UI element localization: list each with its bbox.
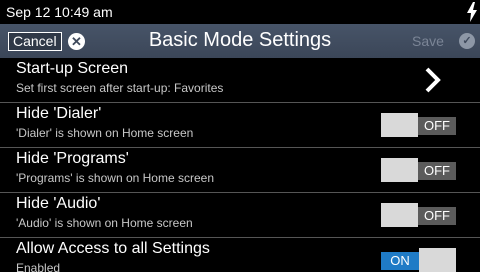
toggle-thumb [381,158,418,182]
status-bar: Sep 12 10:49 am [0,0,480,24]
setting-title: Hide 'Dialer' [16,105,102,122]
setting-hide-programs[interactable]: Hide 'Programs' 'Programs' is shown on H… [0,148,480,193]
setting-startup-screen[interactable]: Start-up Screen Set first screen after s… [0,58,480,103]
setting-hide-dialer[interactable]: Hide 'Dialer' 'Dialer' is shown on Home … [0,103,480,148]
setting-title: Allow Access to all Settings [16,240,210,257]
setting-subtitle: Enabled [16,261,61,272]
charging-icon [467,2,477,22]
hide-programs-toggle[interactable]: OFF [381,158,456,182]
save-button[interactable]: Save [412,33,444,49]
chevron-right-icon[interactable] [424,66,442,94]
hide-audio-toggle[interactable]: OFF [381,203,456,227]
toggle-thumb [381,203,418,227]
toggle-thumb [381,113,418,137]
allow-access-toggle[interactable]: ON [381,248,456,272]
status-time: Sep 12 10:49 am [6,4,113,20]
setting-subtitle: 'Audio' is shown on Home screen [16,216,193,230]
header-bar: Cancel ✕ Basic Mode Settings Save ✓ [0,24,480,58]
check-icon[interactable]: ✓ [459,33,475,49]
setting-title: Hide 'Programs' [16,150,129,167]
setting-title: Start-up Screen [16,60,129,77]
toggle-state: ON [381,252,419,270]
toggle-state: OFF [418,162,456,180]
settings-list: Start-up Screen Set first screen after s… [0,58,480,272]
setting-subtitle: 'Dialer' is shown on Home screen [16,126,194,140]
page-title: Basic Mode Settings [148,29,332,51]
toggle-state: OFF [418,207,456,225]
toggle-thumb [419,248,456,272]
setting-title: Hide 'Audio' [16,195,101,212]
toggle-state: OFF [418,117,456,135]
setting-subtitle: 'Programs' is shown on Home screen [16,171,214,185]
setting-allow-access[interactable]: Allow Access to all Settings Enabled ON [0,238,480,272]
setting-hide-audio[interactable]: Hide 'Audio' 'Audio' is shown on Home sc… [0,193,480,238]
setting-subtitle: Set first screen after start-up: Favorit… [16,81,224,95]
hide-dialer-toggle[interactable]: OFF [381,113,456,137]
